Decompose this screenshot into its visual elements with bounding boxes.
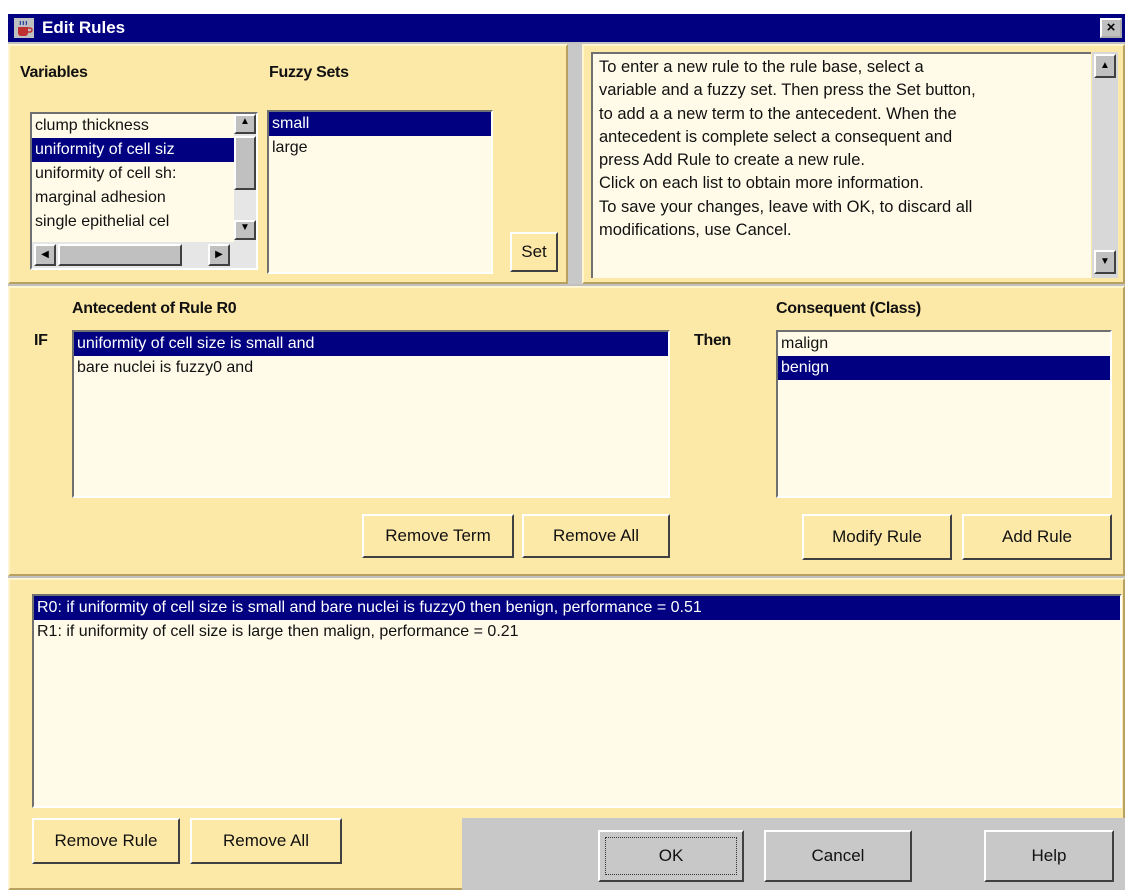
cancel-button[interactable]: Cancel (764, 830, 912, 882)
help-button[interactable]: Help (984, 830, 1114, 882)
panel-divider (568, 44, 582, 284)
add-rule-button[interactable]: Add Rule (962, 514, 1112, 560)
help-line: to add a a new term to the antecedent. W… (599, 104, 957, 123)
scroll-down-arrow-icon[interactable]: ▼ (1094, 250, 1116, 274)
remove-all-terms-button[interactable]: Remove All (522, 514, 670, 558)
help-line: modifications, use Cancel. (599, 221, 792, 240)
if-label: IF (34, 332, 48, 349)
modify-rule-button[interactable]: Modify Rule (802, 514, 952, 560)
fuzzy-sets-label: Fuzzy Sets (269, 64, 349, 81)
variable-item[interactable]: uniformity of cell sh: (32, 162, 234, 186)
variable-item[interactable]: uniformity of cell siz (32, 138, 234, 162)
antecedent-label: Antecedent of Rule R0 (72, 300, 237, 317)
scroll-up-arrow-icon[interactable]: ▲ (234, 114, 256, 134)
consequent-class-item[interactable]: benign (778, 356, 1110, 380)
help-line: Click on each list to obtain more inform… (599, 174, 924, 193)
remove-rule-button[interactable]: Remove Rule (32, 818, 180, 864)
scroll-right-arrow-icon[interactable]: ▶ (208, 244, 230, 266)
close-button[interactable]: × (1100, 18, 1122, 38)
scroll-down-arrow-icon[interactable]: ▼ (234, 220, 256, 240)
consequent-label: Consequent (Class) (776, 300, 921, 317)
help-line: variable and a fuzzy set. Then press the… (599, 81, 976, 100)
variable-item[interactable]: single epithelial cel (32, 210, 234, 234)
variables-horizontal-scrollbar[interactable]: ◀ ▶ (32, 242, 256, 268)
fuzzy-set-item[interactable]: large (269, 136, 491, 160)
variable-selection-panel: Variables Fuzzy Sets clump thickness uni… (8, 44, 568, 284)
ok-button[interactable]: OK (598, 830, 744, 882)
antecedent-term[interactable]: uniformity of cell size is small and (74, 332, 668, 356)
set-button[interactable]: Set (510, 232, 558, 272)
rule-editor-panel: Antecedent of Rule R0 IF uniformity of c… (8, 286, 1125, 576)
help-vertical-scrollbar[interactable]: ▲ ▼ (1092, 52, 1118, 278)
scroll-left-arrow-icon[interactable]: ◀ (34, 244, 56, 266)
scroll-thumb[interactable] (58, 244, 182, 266)
title-bar[interactable]: Edit Rules × (8, 14, 1125, 42)
rule-item[interactable]: R1: if uniformity of cell size is large … (34, 620, 1120, 644)
rule-base-list[interactable]: R0: if uniformity of cell size is small … (32, 594, 1122, 808)
scroll-thumb[interactable] (234, 136, 256, 190)
fuzzy-sets-list[interactable]: small large (267, 110, 493, 274)
then-label: Then (694, 332, 732, 349)
rule-item[interactable]: R0: if uniformity of cell size is small … (34, 596, 1120, 620)
variables-label: Variables (20, 64, 88, 81)
edit-rules-window: Edit Rules × Variables Fuzzy Sets clump … (8, 14, 1125, 890)
coffee-cup-icon (14, 18, 34, 38)
variable-item[interactable]: clump thickness (32, 114, 234, 138)
fuzzy-set-item[interactable]: small (269, 112, 491, 136)
variable-item[interactable]: marginal adhesion (32, 186, 234, 210)
antecedent-list[interactable]: uniformity of cell size is small and bar… (72, 330, 670, 498)
consequent-list[interactable]: malign benign (776, 330, 1112, 498)
help-line: To enter a new rule to the rule base, se… (599, 58, 924, 76)
help-line: antecedent is complete select a conseque… (599, 127, 953, 146)
help-line: To save your changes, leave with OK, to … (599, 197, 973, 216)
remove-all-rules-button[interactable]: Remove All (190, 818, 342, 864)
help-line: press Add Rule to create a new rule. (599, 151, 865, 170)
window-title: Edit Rules (42, 18, 126, 37)
remove-term-button[interactable]: Remove Term (362, 514, 514, 558)
variables-list[interactable]: clump thickness uniformity of cell siz u… (30, 112, 258, 270)
scroll-up-arrow-icon[interactable]: ▲ (1094, 54, 1116, 78)
help-text-area: To enter a new rule to the rule base, se… (591, 52, 1091, 278)
consequent-class-item[interactable]: malign (778, 332, 1110, 356)
antecedent-term[interactable]: bare nuclei is fuzzy0 and (74, 356, 668, 380)
variables-vertical-scrollbar[interactable]: ▲ ▼ (234, 114, 256, 242)
